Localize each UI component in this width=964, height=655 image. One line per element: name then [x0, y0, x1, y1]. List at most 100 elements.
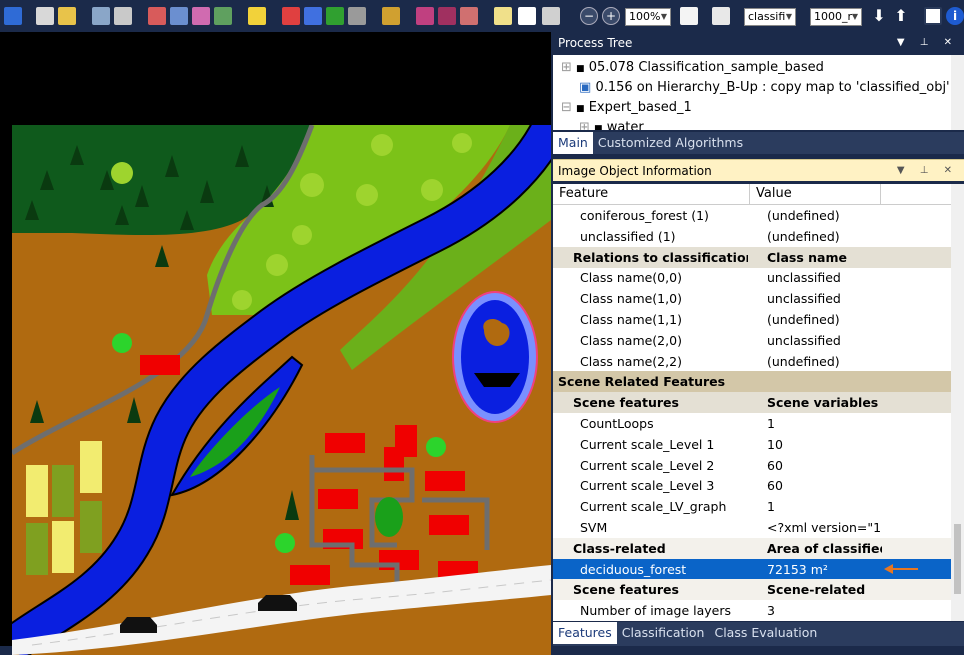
feature-name: Current scale_LV_graph: [580, 499, 727, 515]
feature-row[interactable]: Number of image layers 3: [553, 600, 951, 621]
feature-name: Number of image layers: [580, 603, 731, 619]
tab-class-evaluation[interactable]: Class Evaluation: [709, 622, 822, 644]
feature-name: Scene Related Features: [558, 374, 726, 390]
new-project-icon[interactable]: [36, 7, 54, 25]
image-object-info-title: Image Object Information: [558, 164, 712, 178]
window-split-icon[interactable]: [416, 7, 434, 25]
feature-name: Scene features: [573, 582, 679, 598]
zoom-out-icon[interactable]: −: [580, 7, 598, 25]
tab-features[interactable]: Features: [553, 622, 617, 644]
level-3-icon[interactable]: [192, 7, 210, 25]
feature-value: (undefined): [767, 208, 840, 223]
lake: [461, 300, 529, 414]
feature-grid[interactable]: Feature Value coniferous_forest (1) (unde…: [553, 184, 951, 621]
feature-value: 60: [767, 478, 783, 494]
feature-value: Scene variables: [767, 395, 879, 411]
process-tree-scrollbar[interactable]: [951, 55, 964, 130]
feature-grid-scrollbar[interactable]: [951, 184, 964, 621]
image-view[interactable]: [0, 32, 551, 655]
feature-group-row[interactable]: Class-related Area of classified ...: [553, 537, 951, 559]
tab-customized-algorithms[interactable]: Customized Algorithms: [593, 132, 748, 154]
feature-row[interactable]: Class name(1,1) (undefined): [553, 309, 951, 330]
tree-item[interactable]: ⊞ ■ water: [579, 118, 644, 130]
window-link-icon[interactable]: [438, 7, 456, 25]
feature-group-row[interactable]: Relations to classification Class name: [553, 246, 951, 268]
feature-value: (undefined): [767, 353, 840, 369]
feature-row[interactable]: Class name(1,0) unclassified: [553, 288, 951, 309]
bullet-icon: ■: [576, 64, 585, 74]
annotation-arrow-icon: [884, 564, 918, 574]
window-icon[interactable]: [924, 7, 942, 25]
feature-row[interactable]: Current scale_Level 2 60: [553, 455, 951, 476]
zoom-value: 100%: [629, 10, 661, 23]
tab-classification[interactable]: Classification: [617, 622, 710, 644]
arrow-up-icon[interactable]: ⬆: [892, 7, 910, 25]
feature-group-row[interactable]: Scene Related Features: [553, 371, 951, 393]
feature-value: unclassified: [767, 270, 841, 286]
feature-row[interactable]: Current scale_LV_graph 1: [553, 496, 951, 517]
process-icon[interactable]: [92, 7, 110, 25]
feature-name: Current scale_Level 2: [580, 457, 715, 473]
feature-value: 10: [767, 436, 783, 452]
feature-row[interactable]: coniferous_forest (1) (undefined): [553, 205, 951, 226]
outline-icon[interactable]: [348, 7, 366, 25]
class-combo[interactable]: classifi ▼: [744, 8, 796, 26]
feature-row[interactable]: SVM <?xml version="1.0: [553, 517, 951, 538]
class-view-icon[interactable]: [304, 7, 322, 25]
feature-row[interactable]: Class name(2,2) (undefined): [553, 351, 951, 372]
process-tree-title-bar: Process Tree ▼ ⊥ ✕: [553, 32, 964, 54]
column-header-value[interactable]: Value: [750, 184, 881, 204]
tab-main[interactable]: Main: [553, 132, 593, 154]
zoom-in-icon[interactable]: +: [602, 7, 620, 25]
feature-row[interactable]: CountLoops 1: [553, 413, 951, 434]
copy-map-icon: ▣: [579, 80, 592, 95]
level-4-icon[interactable]: [214, 7, 232, 25]
window-compare-icon[interactable]: [460, 7, 478, 25]
layers-icon[interactable]: [114, 7, 132, 25]
scrollbar-thumb[interactable]: [954, 524, 961, 594]
process-tree[interactable]: ⊞ ■ 05.078 Classification_sample_based ▣…: [553, 55, 964, 130]
image-object-info-title-bar: Image Object Information ▼ ⊥ ✕: [553, 159, 964, 181]
info-icon[interactable]: i: [946, 7, 964, 25]
tree-item[interactable]: ⊟ ■ Expert_based_1: [561, 98, 692, 118]
collapse-icon[interactable]: ⊟: [561, 100, 572, 115]
chevron-down-icon: ▼: [851, 12, 858, 21]
open-folder-icon[interactable]: [58, 7, 76, 25]
pan-hand-icon[interactable]: [518, 7, 536, 25]
feature-value: unclassified: [767, 291, 841, 307]
feature-value: 60: [767, 457, 783, 473]
column-header-feature[interactable]: Feature: [553, 184, 750, 204]
feature-group-row[interactable]: Scene features Scene-related: [553, 579, 951, 601]
tree-item[interactable]: ▣ 0.156 on Hierarchy_B-Up : copy map to …: [579, 78, 950, 98]
tree-item[interactable]: ⊞ ■ 05.078 Classification_sample_based: [561, 58, 824, 78]
level-combo[interactable]: 1000_r ▼: [810, 8, 862, 26]
feature-row[interactable]: Current scale_Level 3 60: [553, 475, 951, 496]
grid-header: Feature Value: [553, 184, 951, 205]
level-2-icon[interactable]: [170, 7, 188, 25]
zoom-fit-icon[interactable]: [680, 7, 698, 25]
feature-row[interactable]: Class name(2,0) unclassified: [553, 330, 951, 351]
pixel-view-icon[interactable]: [382, 7, 400, 25]
tree-item-label: 05.078 Classification_sample_based: [588, 60, 824, 75]
expand-icon[interactable]: ⊞: [561, 60, 572, 75]
cancel-x-icon[interactable]: [712, 7, 730, 25]
feature-name: deciduous_forest: [553, 558, 748, 580]
panel-controls-icon[interactable]: ▼ ⊥ ✕: [897, 160, 958, 182]
arrow-down-icon[interactable]: ⬇: [870, 7, 888, 25]
level-1-icon[interactable]: [148, 7, 166, 25]
feature-name: Current scale_Level 1: [580, 436, 715, 452]
samples-icon[interactable]: [326, 7, 344, 25]
feature-row[interactable]: Class name(0,0) unclassified: [553, 267, 951, 288]
layer-mix-icon[interactable]: [282, 7, 300, 25]
zoom-area-icon[interactable]: [542, 7, 560, 25]
pointer-icon[interactable]: [494, 7, 512, 25]
expand-icon[interactable]: ⊞: [579, 120, 590, 130]
feature-group-row[interactable]: Scene features Scene variables: [553, 392, 951, 414]
panel-controls-icon[interactable]: ▼ ⊥ ✕: [897, 32, 958, 54]
feature-row[interactable]: Current scale_Level 1 10: [553, 434, 951, 455]
view-icon[interactable]: [248, 7, 266, 25]
zoom-combo[interactable]: 100% ▼: [625, 8, 671, 26]
feature-row[interactable]: unclassified (1) (undefined): [553, 226, 951, 247]
save-icon[interactable]: [4, 7, 22, 25]
feature-name: SVM: [580, 520, 608, 535]
